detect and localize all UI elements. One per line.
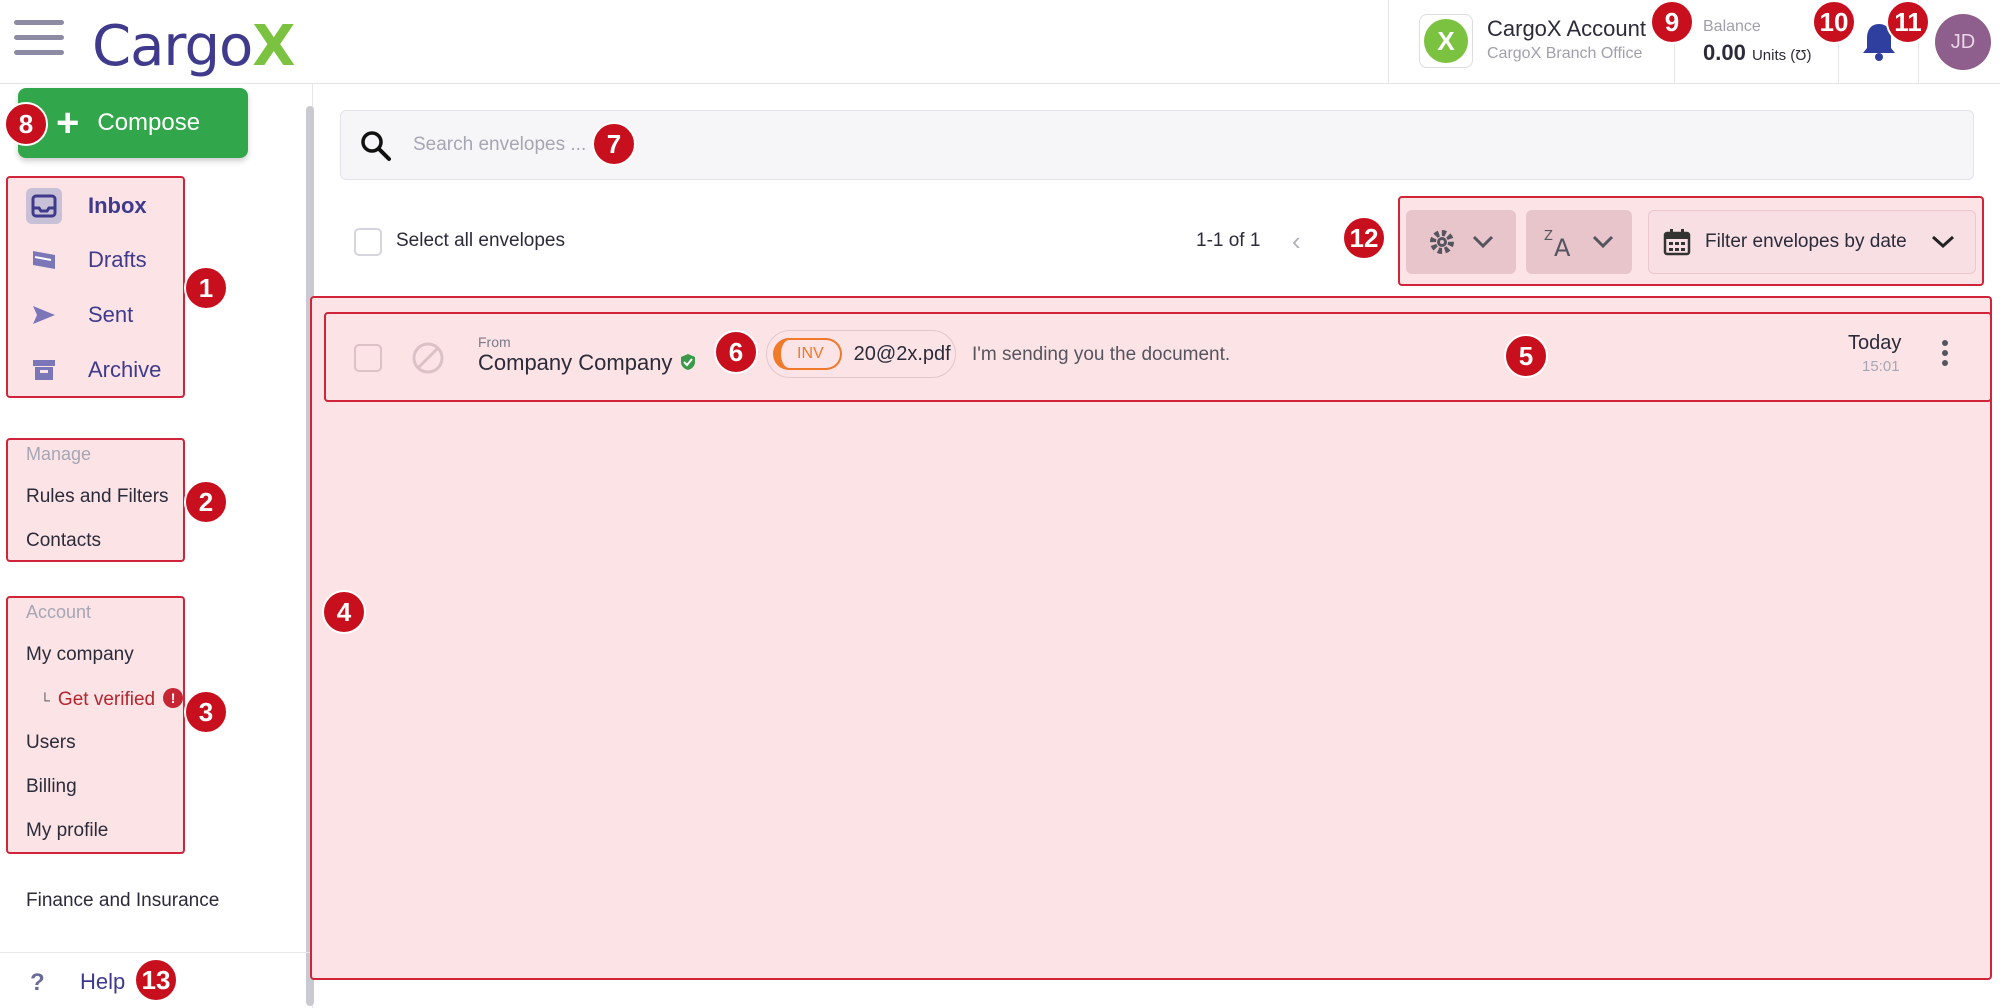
avatar: JD	[1935, 14, 1991, 70]
search-bar	[340, 110, 1974, 180]
drafts-icon	[26, 242, 62, 278]
annotation-badge-8: 8	[4, 102, 48, 146]
sidebar-item-get-verified[interactable]: └ Get verified!	[40, 688, 184, 711]
chevron-down-icon	[1472, 235, 1494, 249]
svg-text:Z: Z	[1544, 229, 1553, 244]
attachment-chip[interactable]: INV 20@2x.pdf	[766, 330, 956, 378]
sender-name: Company Company	[478, 350, 696, 376]
inbox-icon	[26, 188, 62, 224]
manage-title: Manage	[26, 444, 92, 464]
nav-sent[interactable]: Sent	[8, 291, 133, 339]
gear-icon	[1430, 230, 1454, 254]
envelope-subject: I'm sending you the document.	[972, 344, 1231, 365]
table-row[interactable]: From Company Company INV 20@2x.pdf I'm s…	[324, 312, 1992, 402]
sidebar-item-finance-insurance[interactable]: Finance and Insurance	[26, 890, 219, 912]
mailbox-nav-highlight: Inbox Drafts Sent Archive	[6, 176, 185, 398]
annotation-badge-5: 5	[1504, 334, 1548, 378]
help-icon: ?	[30, 969, 45, 996]
annotation-badge-2: 2	[184, 480, 228, 524]
more-options-icon[interactable]	[1942, 340, 1948, 370]
annotation-badge-9: 9	[1650, 0, 1694, 44]
sidebar-item-contacts[interactable]: Contacts	[26, 530, 101, 552]
send-icon	[26, 297, 62, 333]
toolbar-highlight: ZA Filter envelopes by date	[1398, 196, 1984, 286]
calendar-icon	[1663, 229, 1691, 256]
nav-drafts[interactable]: Drafts	[8, 236, 147, 284]
nav-inbox[interactable]: Inbox	[8, 182, 147, 230]
annotation-badge-10: 10	[1812, 0, 1856, 44]
plus-icon: +	[56, 101, 80, 145]
svg-text:A: A	[1554, 234, 1571, 258]
sidebar-item-billing[interactable]: Billing	[26, 776, 77, 798]
chevron-down-icon	[1931, 235, 1954, 249]
envelope-list-highlight: From Company Company INV 20@2x.pdf I'm s…	[310, 296, 1992, 980]
row-checkbox[interactable]	[354, 344, 382, 372]
verified-shield-icon	[681, 354, 696, 370]
search-input[interactable]	[413, 127, 1013, 163]
account-branch: CargoX Branch Office	[1487, 45, 1643, 62]
settings-dropdown[interactable]	[1406, 210, 1516, 274]
balance-label: Balance	[1703, 18, 1761, 35]
annotation-badge-3: 3	[184, 690, 228, 734]
attachment-filename: 20@2x.pdf	[853, 342, 951, 365]
annotation-badge-13: 13	[134, 958, 178, 1002]
envelope-date: Today	[1848, 332, 1902, 354]
top-bar: CargoX X CargoX Account CargoX Branch Of…	[0, 0, 2000, 84]
user-menu[interactable]: JD	[1918, 0, 2000, 84]
sidebar-item-users[interactable]: Users	[26, 732, 76, 754]
alert-icon: !	[163, 688, 184, 708]
annotation-badge-12: 12	[1342, 216, 1386, 260]
balance-value: 0.00 Units (Ʊ)	[1703, 40, 1812, 65]
annotation-badge-11: 11	[1886, 0, 1930, 44]
pagination-info: 1-1 of 1	[1196, 230, 1261, 251]
sort-dropdown[interactable]: ZA	[1526, 210, 1632, 274]
account-switcher[interactable]: X CargoX Account CargoX Branch Office	[1388, 0, 1674, 84]
nav-archive[interactable]: Archive	[8, 346, 161, 394]
envelope-time: 15:01	[1862, 358, 1900, 375]
search-icon	[361, 131, 391, 161]
chevron-left-icon[interactable]: ‹	[1292, 226, 1301, 257]
sidebar-item-rules-filters[interactable]: Rules and Filters	[26, 486, 169, 508]
account-title: Account	[26, 602, 92, 622]
account-section-highlight: Account My company └ Get verified! Users …	[6, 596, 185, 854]
cargox-logo[interactable]: CargoX	[92, 14, 295, 79]
sidebar-item-my-profile[interactable]: My profile	[26, 820, 108, 842]
select-all-checkbox[interactable]	[354, 228, 382, 256]
document-type-tag: INV	[773, 338, 842, 370]
annotation-badge-7: 7	[592, 122, 636, 166]
archive-icon	[26, 352, 62, 388]
annotation-badge-4: 4	[322, 590, 366, 634]
annotation-badge-1: 1	[184, 266, 228, 310]
date-filter-select[interactable]: Filter envelopes by date	[1648, 210, 1976, 274]
account-logo: X	[1419, 14, 1473, 68]
chevron-down-icon	[1592, 235, 1614, 249]
blocked-icon	[412, 342, 444, 374]
select-all-label[interactable]: Select all envelopes	[396, 230, 565, 252]
sort-za-icon: ZA	[1544, 229, 1571, 258]
account-name: CargoX Account	[1487, 16, 1646, 41]
annotation-badge-6: 6	[714, 330, 758, 374]
sidebar-item-my-company[interactable]: My company	[26, 644, 134, 666]
from-label: From	[478, 334, 511, 350]
manage-section-highlight: Manage Rules and Filters Contacts	[6, 438, 185, 562]
menu-icon[interactable]	[14, 20, 64, 60]
compose-button[interactable]: + Compose	[18, 88, 248, 158]
